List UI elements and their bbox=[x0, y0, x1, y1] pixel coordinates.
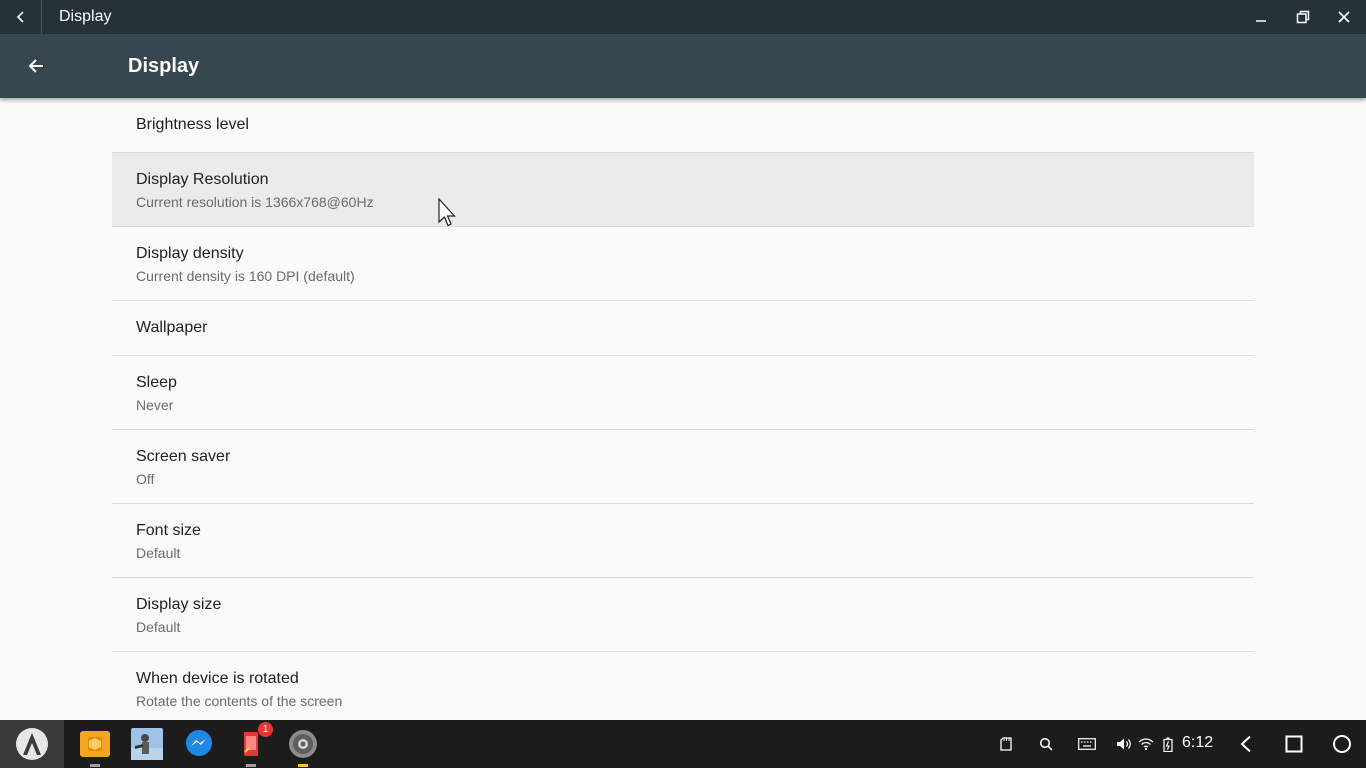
setting-sleep[interactable]: Sleep Never bbox=[112, 356, 1254, 430]
setting-summary: Current density is 160 DPI (default) bbox=[136, 268, 355, 284]
setting-summary: Current resolution is 1366x768@60Hz bbox=[136, 194, 374, 210]
setting-summary: Never bbox=[136, 397, 174, 413]
launcher-icon bbox=[16, 728, 48, 760]
restore-button[interactable] bbox=[1283, 0, 1323, 34]
close-button[interactable] bbox=[1324, 0, 1364, 34]
close-icon bbox=[1338, 11, 1350, 23]
home-nav-icon bbox=[1333, 735, 1351, 753]
setting-title: Display Resolution bbox=[136, 171, 269, 188]
settings-list: Brightness level Display Resolution Curr… bbox=[112, 98, 1254, 720]
setting-wallpaper[interactable]: Wallpaper bbox=[112, 301, 1254, 356]
setting-summary: Rotate the contents of the screen bbox=[136, 693, 343, 709]
minimize-icon bbox=[1256, 20, 1266, 22]
files-app-icon[interactable] bbox=[79, 728, 111, 760]
taskbar: 1 6:12 bbox=[0, 720, 1366, 768]
window-back-button[interactable] bbox=[0, 0, 42, 34]
setting-summary: Default bbox=[136, 545, 181, 561]
arrow-back-icon bbox=[28, 59, 43, 73]
setting-title: Brightness level bbox=[136, 116, 249, 133]
minimize-button[interactable] bbox=[1241, 0, 1281, 34]
keyboard-icon[interactable] bbox=[1075, 720, 1099, 768]
setting-screen-saver[interactable]: Screen saver Off bbox=[112, 430, 1254, 504]
running-indicator bbox=[246, 764, 256, 767]
setting-summary: Default bbox=[136, 619, 181, 635]
app-bar: Display bbox=[0, 34, 1366, 98]
nav-back-button[interactable] bbox=[1222, 720, 1270, 768]
wifi-icon[interactable] bbox=[1136, 720, 1156, 768]
search-icon[interactable] bbox=[1036, 720, 1056, 768]
setting-title: Display size bbox=[136, 596, 222, 613]
setting-display-resolution[interactable]: Display Resolution Current resolution is… bbox=[112, 153, 1254, 227]
setting-title: Font size bbox=[136, 522, 201, 539]
setting-display-density[interactable]: Display density Current density is 160 D… bbox=[112, 227, 1254, 301]
window-titlebar: Display bbox=[0, 0, 1366, 34]
setting-font-size[interactable]: Font size Default bbox=[112, 504, 1254, 578]
setting-title: Screen saver bbox=[136, 448, 231, 465]
start-button[interactable] bbox=[0, 720, 64, 768]
active-indicator bbox=[298, 764, 308, 767]
window-title: Display bbox=[59, 8, 112, 25]
setting-device-rotation[interactable]: When device is rotated Rotate the conten… bbox=[112, 652, 1254, 720]
storage-icon[interactable] bbox=[996, 720, 1016, 768]
recents-nav-icon bbox=[1285, 735, 1303, 753]
navigate-up-button[interactable] bbox=[14, 44, 58, 88]
setting-summary: Off bbox=[136, 471, 155, 487]
game-app-icon[interactable] bbox=[131, 728, 163, 760]
notification-badge: 1 bbox=[258, 722, 273, 737]
volume-icon[interactable] bbox=[1114, 720, 1134, 768]
setting-title: Display density bbox=[136, 245, 244, 262]
settings-app-icon[interactable] bbox=[287, 728, 319, 760]
setting-display-size[interactable]: Display size Default bbox=[112, 578, 1254, 652]
messenger-app-icon[interactable] bbox=[183, 728, 215, 760]
restore-icon bbox=[1296, 10, 1310, 24]
mouse-cursor-icon bbox=[438, 198, 456, 227]
setting-title: Sleep bbox=[136, 374, 177, 391]
nav-home-button[interactable] bbox=[1318, 720, 1366, 768]
nav-recents-button[interactable] bbox=[1270, 720, 1318, 768]
setting-title: When device is rotated bbox=[136, 670, 299, 687]
clock: 6:12 bbox=[1182, 734, 1214, 751]
setting-title: Wallpaper bbox=[136, 319, 208, 336]
running-indicator bbox=[90, 764, 100, 767]
setting-brightness-level[interactable]: Brightness level bbox=[112, 98, 1254, 153]
battery-icon[interactable] bbox=[1158, 720, 1178, 768]
back-nav-icon bbox=[1240, 735, 1251, 753]
page-title: Display bbox=[128, 55, 200, 77]
chevron-left-icon bbox=[16, 11, 24, 23]
